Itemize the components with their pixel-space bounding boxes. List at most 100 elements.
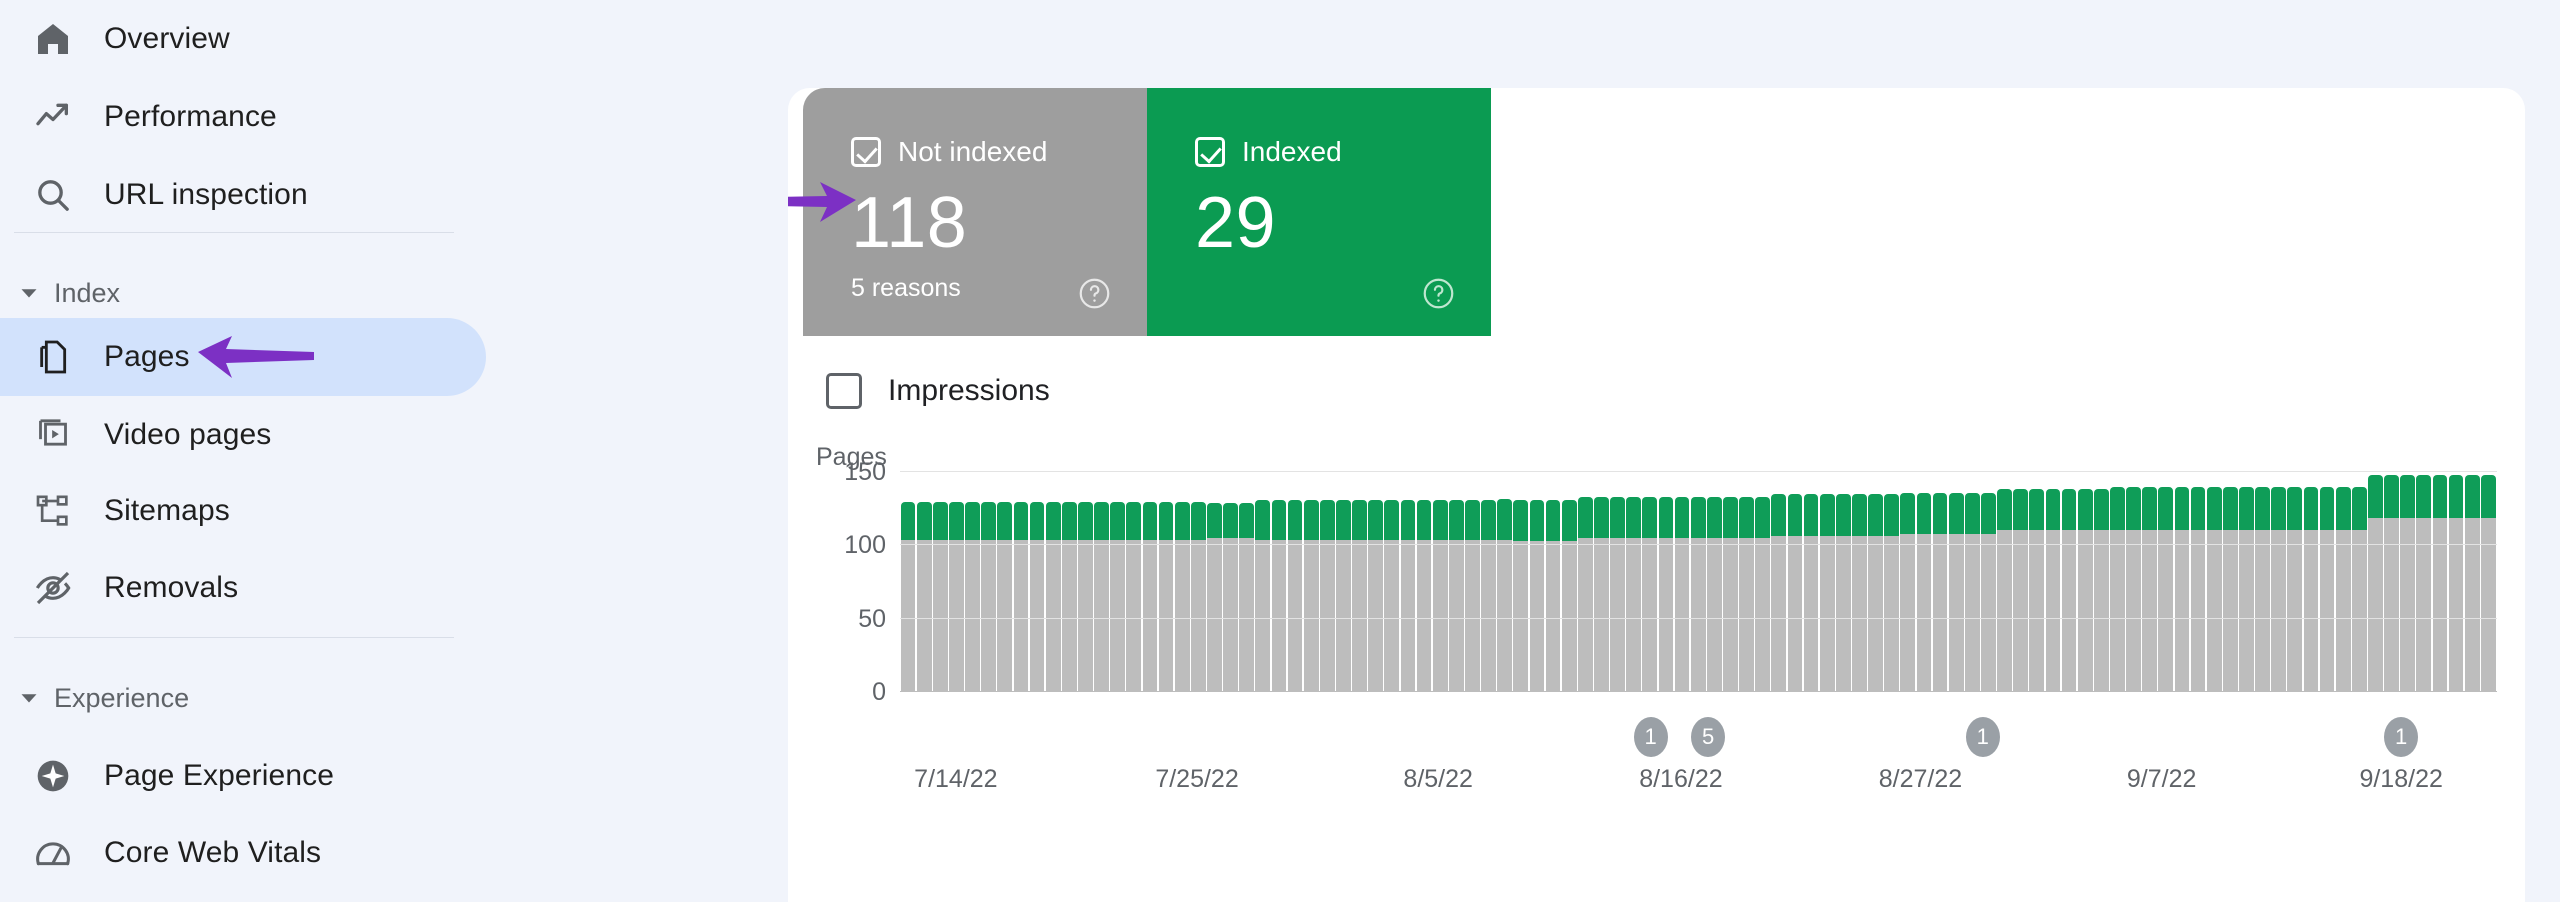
bar-column[interactable]: [2351, 471, 2367, 691]
bar-column[interactable]: [1432, 471, 1448, 691]
bar-column[interactable]: [1980, 471, 1996, 691]
sidebar-item-video-pages[interactable]: Video pages: [0, 396, 486, 474]
help-icon[interactable]: [1078, 277, 1111, 310]
bar-column[interactable]: [1819, 471, 1835, 691]
bar-column[interactable]: [1690, 471, 1706, 691]
sidebar-group-experience[interactable]: Experience: [0, 673, 189, 723]
bar-column[interactable]: [2190, 471, 2206, 691]
impressions-toggle[interactable]: Impressions: [826, 373, 1050, 409]
bar-column[interactable]: [900, 471, 916, 691]
sidebar-item-core-web-vitals[interactable]: Core Web Vitals: [0, 814, 486, 892]
bar-column[interactable]: [1545, 471, 1561, 691]
bar-column[interactable]: [1126, 471, 1142, 691]
bar-column[interactable]: [1593, 471, 1609, 691]
bar-column[interactable]: [1497, 471, 1513, 691]
bar-column[interactable]: [1706, 471, 1722, 691]
bar-column[interactable]: [2061, 471, 2077, 691]
bar-column[interactable]: [1303, 471, 1319, 691]
bar-column[interactable]: [2093, 471, 2109, 691]
bar-column[interactable]: [1335, 471, 1351, 691]
bar-column[interactable]: [1319, 471, 1335, 691]
bar-column[interactable]: [1384, 471, 1400, 691]
bar-column[interactable]: [1077, 471, 1093, 691]
bar-column[interactable]: [2109, 471, 2125, 691]
bar-column[interactable]: [2045, 471, 2061, 691]
bar-column[interactable]: [2271, 471, 2287, 691]
bar-column[interactable]: [1835, 471, 1851, 691]
bar-column[interactable]: [1722, 471, 1738, 691]
bar-column[interactable]: [1223, 471, 1239, 691]
sidebar-item-performance[interactable]: Performance: [0, 78, 486, 156]
bar-column[interactable]: [981, 471, 997, 691]
bar-column[interactable]: [1997, 471, 2013, 691]
bar-column[interactable]: [2335, 471, 2351, 691]
indexed-checkbox[interactable]: [1195, 137, 1225, 167]
bar-column[interactable]: [1110, 471, 1126, 691]
bar-column[interactable]: [1352, 471, 1368, 691]
bar-column[interactable]: [1739, 471, 1755, 691]
bar-column[interactable]: [1174, 471, 1190, 691]
bar-column[interactable]: [1158, 471, 1174, 691]
sidebar-item-page-experience[interactable]: Page Experience: [0, 737, 486, 815]
bar-column[interactable]: [1610, 471, 1626, 691]
bar-column[interactable]: [997, 471, 1013, 691]
bar-column[interactable]: [1561, 471, 1577, 691]
chart-annotation-badge[interactable]: 1: [1965, 717, 2000, 757]
sidebar-item-url-inspection[interactable]: URL inspection: [0, 156, 486, 234]
card-indexed[interactable]: Indexed 29: [1147, 88, 1491, 336]
bar-column[interactable]: [1916, 471, 1932, 691]
bar-column[interactable]: [1674, 471, 1690, 691]
card-not-indexed[interactable]: Not indexed 118 5 reasons: [803, 88, 1147, 336]
bar-column[interactable]: [1061, 471, 1077, 691]
bar-column[interactable]: [2206, 471, 2222, 691]
bar-column[interactable]: [1464, 471, 1480, 691]
bar-column[interactable]: [2319, 471, 2335, 691]
bar-column[interactable]: [1045, 471, 1061, 691]
bar-column[interactable]: [1513, 471, 1529, 691]
sidebar-group-index[interactable]: Index: [0, 268, 120, 318]
not-indexed-checkbox[interactable]: [851, 137, 881, 167]
bar-column[interactable]: [1416, 471, 1432, 691]
bar-column[interactable]: [1964, 471, 1980, 691]
bar-column[interactable]: [948, 471, 964, 691]
bar-column[interactable]: [2464, 471, 2480, 691]
bar-column[interactable]: [2126, 471, 2142, 691]
bar-column[interactable]: [1787, 471, 1803, 691]
bar-column[interactable]: [1626, 471, 1642, 691]
sidebar-item-sitemaps[interactable]: Sitemaps: [0, 472, 486, 550]
bar-column[interactable]: [2029, 471, 2045, 691]
bar-column[interactable]: [1029, 471, 1045, 691]
bar-column[interactable]: [2287, 471, 2303, 691]
bar-column[interactable]: [916, 471, 932, 691]
impressions-checkbox[interactable]: [826, 373, 862, 409]
chart-annotation-badge[interactable]: 1: [1633, 717, 1668, 757]
bar-column[interactable]: [1206, 471, 1222, 691]
bar-column[interactable]: [1094, 471, 1110, 691]
bar-column[interactable]: [1481, 471, 1497, 691]
bar-column[interactable]: [2174, 471, 2190, 691]
bar-column[interactable]: [1529, 471, 1545, 691]
bar-column[interactable]: [2077, 471, 2093, 691]
bar-column[interactable]: [1287, 471, 1303, 691]
bar-column[interactable]: [932, 471, 948, 691]
bar-column[interactable]: [2416, 471, 2432, 691]
bar-column[interactable]: [1755, 471, 1771, 691]
bar-column[interactable]: [1239, 471, 1255, 691]
bar-column[interactable]: [1255, 471, 1271, 691]
bar-column[interactable]: [1884, 471, 1900, 691]
chart-annotation-badge[interactable]: 1: [2384, 717, 2419, 757]
help-icon[interactable]: [1422, 277, 1455, 310]
bar-column[interactable]: [2142, 471, 2158, 691]
bar-column[interactable]: [2238, 471, 2254, 691]
bar-column[interactable]: [2255, 471, 2271, 691]
bar-column[interactable]: [2158, 471, 2174, 691]
bar-column[interactable]: [1642, 471, 1658, 691]
bar-column[interactable]: [1932, 471, 1948, 691]
bar-column[interactable]: [2013, 471, 2029, 691]
bar-column[interactable]: [1771, 471, 1787, 691]
bar-column[interactable]: [2480, 471, 2496, 691]
bar-column[interactable]: [2367, 471, 2383, 691]
bar-column[interactable]: [1948, 471, 1964, 691]
bar-column[interactable]: [1658, 471, 1674, 691]
sidebar-item-overview[interactable]: Overview: [0, 0, 486, 78]
